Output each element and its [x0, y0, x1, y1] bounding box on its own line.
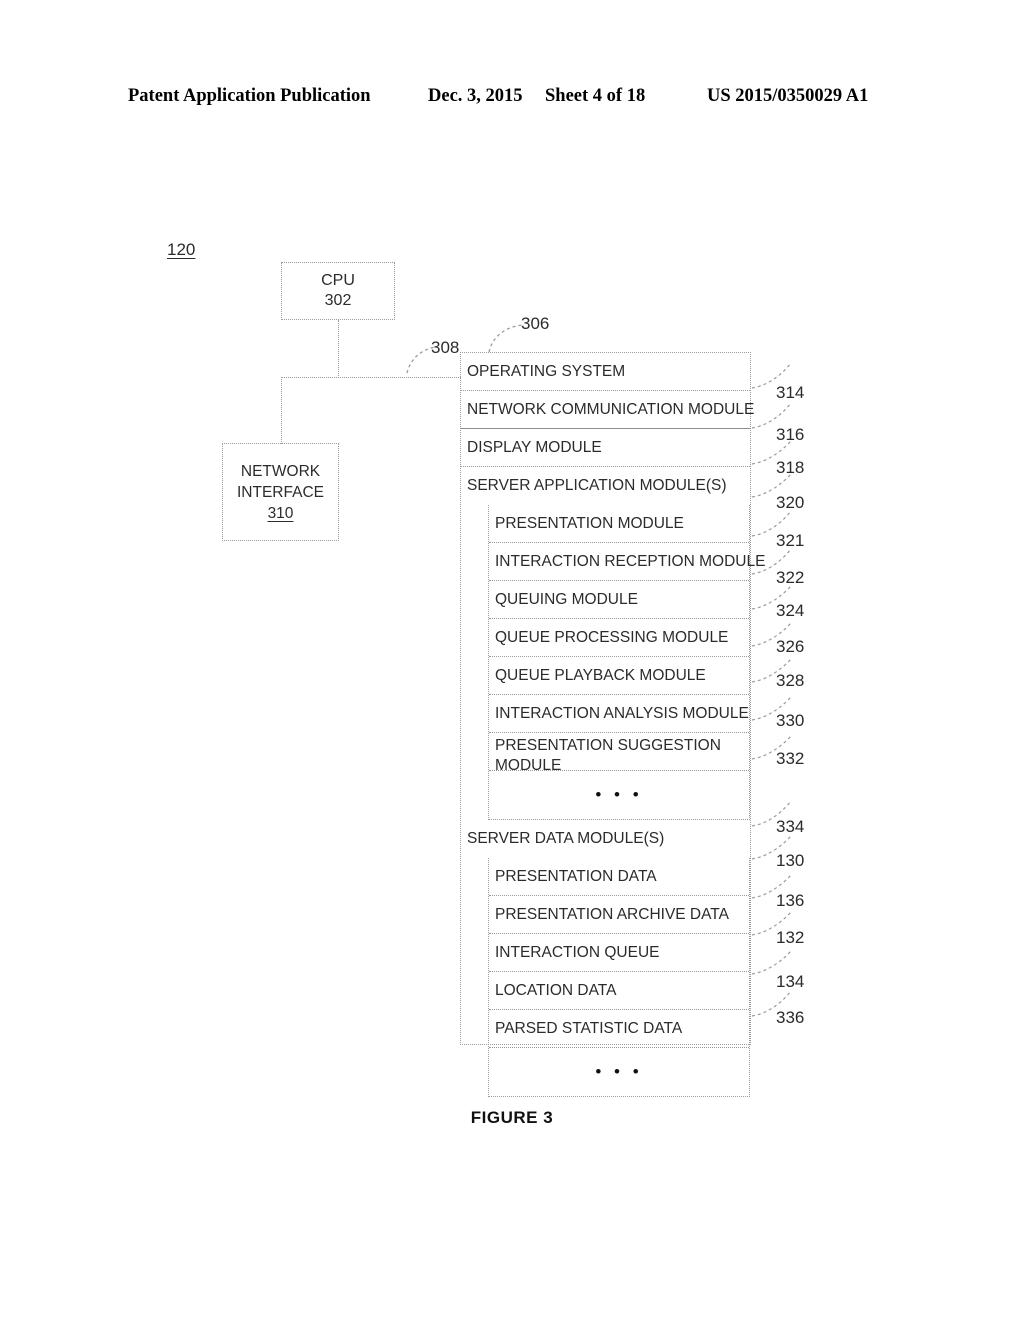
publication-date: Dec. 3, 2015 — [428, 86, 523, 106]
reference-numeral-328: 328 — [776, 671, 805, 690]
memory-row-display-module: DISPLAY MODULE — [461, 429, 750, 467]
reference-numeral-132: 132 — [776, 928, 805, 947]
data-interaction-queue: INTERACTION QUEUE — [489, 934, 749, 972]
module-queue-processing: QUEUE PROCESSING MODULE — [489, 619, 749, 657]
reference-numeral-314: 314 — [776, 383, 805, 402]
callout-308-bus: 308 — [431, 338, 460, 357]
network-interface-label-line2: INTERFACE — [237, 483, 324, 501]
module-interaction-analysis: INTERACTION ANALYSIS MODULE — [489, 695, 749, 733]
module-interaction-reception: INTERACTION RECEPTION MODULE — [489, 543, 765, 581]
reference-numeral-334: 334 — [776, 817, 805, 836]
memory-row-server-data-modules: SERVER DATA MODULE(S) — [467, 830, 665, 847]
data-location: LOCATION DATA — [489, 972, 749, 1010]
memory-row-operating-system: OPERATING SYSTEM — [461, 353, 750, 391]
cpu-reference: 302 — [324, 292, 352, 309]
reference-numeral-326: 326 — [776, 637, 805, 656]
memory-block-306: OPERATING SYSTEM NETWORK COMMUNICATION M… — [460, 352, 765, 1097]
publication-header: Patent Application Publication Dec. 3, 2… — [0, 86, 1024, 112]
network-interface-box: NETWORK INTERFACE 310 — [222, 443, 339, 541]
reference-numeral-330: 330 — [776, 711, 805, 730]
reference-numeral-136: 136 — [776, 891, 805, 910]
bus-line-cpu-vertical — [338, 320, 339, 378]
bus-line-nic-vertical — [281, 377, 282, 444]
callout-306-memory: 306 — [521, 314, 550, 333]
publication-title: Patent Application Publication — [128, 86, 371, 106]
memory-row-network-communication-module: NETWORK COMMUNICATION MODULE — [461, 391, 754, 429]
reference-numeral-134: 134 — [776, 972, 805, 991]
module-presentation: PRESENTATION MODULE — [489, 505, 749, 543]
module-ellipsis: • • • — [595, 785, 643, 804]
publication-number: US 2015/0350029 A1 — [707, 86, 869, 106]
reference-numeral-321: 321 — [776, 531, 805, 550]
cpu-label: CPU — [321, 272, 355, 289]
data-presentation: PRESENTATION DATA — [489, 858, 749, 896]
module-presentation-suggestion: PRESENTATION SUGGESTION MODULE — [489, 733, 749, 774]
reference-numeral-322: 322 — [776, 568, 805, 587]
data-ellipsis: • • • — [595, 1062, 643, 1081]
data-parsed-statistic: PARSED STATISTIC DATA — [489, 1010, 749, 1048]
module-queue-playback: QUEUE PLAYBACK MODULE — [489, 657, 749, 695]
reference-numeral-324: 324 — [776, 601, 805, 620]
network-interface-reference: 310 — [267, 504, 294, 522]
reference-numeral-320: 320 — [776, 493, 805, 512]
memory-row-server-application-modules: SERVER APPLICATION MODULE(S) — [467, 477, 727, 494]
system-reference-120: 120 — [167, 240, 196, 259]
reference-numeral-336: 336 — [776, 1008, 805, 1027]
reference-numeral-318: 318 — [776, 458, 805, 477]
server-data-module-group: PRESENTATION DATA PRESENTATION ARCHIVE D… — [488, 858, 750, 1097]
module-queuing: QUEUING MODULE — [489, 581, 749, 619]
cpu-box: CPU 302 — [281, 262, 395, 320]
data-presentation-archive: PRESENTATION ARCHIVE DATA — [489, 896, 749, 934]
network-interface-label-line1: NETWORK — [240, 462, 321, 480]
sheet-number: Sheet 4 of 18 — [545, 86, 646, 106]
figure-caption: FIGURE 3 — [470, 1108, 554, 1127]
bus-line-horizontal — [281, 377, 461, 378]
server-application-module-group: PRESENTATION MODULE INTERACTION RECEPTIO… — [488, 505, 765, 820]
reference-numeral-316: 316 — [776, 425, 805, 444]
reference-numeral-130: 130 — [776, 851, 805, 870]
reference-numeral-332: 332 — [776, 749, 805, 768]
